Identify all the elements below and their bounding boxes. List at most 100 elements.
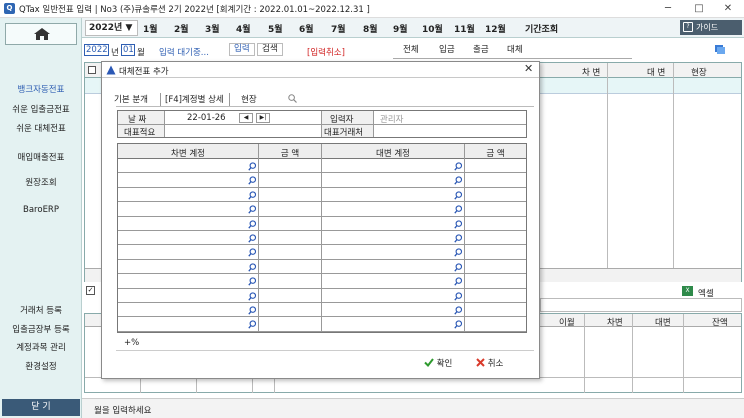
sidebar-item-baroerp[interactable]: BaroERP xyxy=(0,205,82,215)
sidebar-item-partner[interactable]: 거래처 등록 xyxy=(0,304,82,316)
search-input[interactable] xyxy=(540,298,742,312)
entry-row[interactable] xyxy=(118,202,526,217)
option-checkbox[interactable]: ✓ xyxy=(86,286,95,295)
debit-account-lookup-icon[interactable] xyxy=(248,306,257,315)
credit-account-lookup-icon[interactable] xyxy=(454,219,463,229)
filter-withdraw[interactable]: 출금 xyxy=(473,43,489,55)
month-1[interactable]: 1월 xyxy=(143,22,158,35)
month-input[interactable]: 01 xyxy=(121,44,135,56)
sidebar-item-purchase-sales[interactable]: 매입매출전표 xyxy=(0,151,82,163)
sidebar-item-settings[interactable]: 환경설정 xyxy=(0,360,82,372)
year-input[interactable]: 2022 xyxy=(84,44,109,56)
entry-row[interactable] xyxy=(118,303,526,318)
entry-row[interactable] xyxy=(118,289,526,303)
credit-account-lookup-icon[interactable] xyxy=(454,162,463,171)
home-button[interactable] xyxy=(5,23,77,45)
month-7[interactable]: 7월 xyxy=(331,22,346,35)
entry-row[interactable] xyxy=(118,159,526,174)
tab-underline xyxy=(116,106,534,107)
minimize-button[interactable]: ─ xyxy=(658,2,678,16)
filter-deposit[interactable]: 입금 xyxy=(439,43,455,55)
credit-account-lookup-icon[interactable] xyxy=(454,277,463,286)
debit-account-lookup-icon[interactable] xyxy=(248,205,257,214)
date-input[interactable]: 22-01-26 xyxy=(187,113,226,123)
pending-status: 입력 대기중... xyxy=(159,48,209,58)
tab-basic-entry[interactable]: 기본 분개 xyxy=(114,93,148,105)
sidebar-close-button[interactable]: 닫 기 xyxy=(2,399,80,416)
debit-account-lookup-icon[interactable] xyxy=(248,162,257,171)
debit-account-lookup-icon[interactable] xyxy=(248,320,257,330)
month-2[interactable]: 2월 xyxy=(174,22,189,35)
credit-account-lookup-icon[interactable] xyxy=(454,205,463,214)
sidebar-item-accounts[interactable]: 계정과목 관리 xyxy=(0,341,82,353)
x-icon xyxy=(476,358,485,367)
debit-account-lookup-icon[interactable] xyxy=(248,191,257,200)
sidebar-item-cashbook[interactable]: 입출금장부 등록 xyxy=(0,323,82,335)
month-11[interactable]: 11월 xyxy=(454,22,475,35)
month-4[interactable]: 4월 xyxy=(236,22,251,35)
period-search[interactable]: 기간조회 xyxy=(525,22,558,35)
credit-account-lookup-icon[interactable] xyxy=(454,234,463,243)
cancel-input-button[interactable]: [입력취소] xyxy=(307,46,345,58)
entry-row[interactable] xyxy=(118,173,526,188)
entry-row[interactable] xyxy=(118,217,526,231)
entry-row[interactable] xyxy=(118,231,526,246)
credit-account-lookup-icon[interactable] xyxy=(454,248,463,258)
next-date-button[interactable]: ▶| xyxy=(256,113,270,123)
col-balance: 잔액 xyxy=(712,318,728,328)
credit-account-lookup-icon[interactable] xyxy=(454,263,463,272)
tab-account-detail[interactable]: [F4]계정별 상세 xyxy=(165,93,224,105)
year-dropdown[interactable]: 2022년 ▼ xyxy=(85,20,138,36)
confirm-button[interactable]: 확인 xyxy=(424,357,452,369)
debit-account-lookup-icon[interactable] xyxy=(248,291,257,301)
close-window-button[interactable]: ✕ xyxy=(718,2,738,16)
entry-row[interactable] xyxy=(118,274,526,289)
debit-account-lookup-icon[interactable] xyxy=(248,277,257,286)
cancel-button[interactable]: 취소 xyxy=(476,357,503,369)
sidebar-item-ledger[interactable]: 원장조회 xyxy=(0,176,82,188)
month-6[interactable]: 6월 xyxy=(299,22,314,35)
month-8[interactable]: 8월 xyxy=(363,22,378,35)
month-10[interactable]: 10월 xyxy=(422,22,443,35)
dropdown-arrow-icon: ▼ xyxy=(125,23,133,33)
grid-header-debit-amount: 금 액 xyxy=(280,149,300,159)
maximize-button[interactable]: □ xyxy=(689,2,709,16)
select-all-checkbox[interactable] xyxy=(88,66,96,74)
prev-date-button[interactable]: ◀ xyxy=(239,113,253,123)
filter-all[interactable]: 전체 xyxy=(403,43,419,55)
dialog-close-button[interactable]: ✕ xyxy=(524,62,533,75)
guide-button[interactable]: ? 가이드 xyxy=(680,20,742,35)
credit-account-lookup-icon[interactable] xyxy=(454,306,463,315)
month-12[interactable]: 12월 xyxy=(485,22,506,35)
writer-label: 입력자 xyxy=(330,115,354,125)
month-5[interactable]: 5월 xyxy=(268,22,283,35)
tab-site[interactable]: 현장 xyxy=(241,93,257,105)
debit-account-lookup-icon[interactable] xyxy=(248,263,257,272)
search-icon[interactable] xyxy=(288,94,297,103)
sync-icon[interactable] xyxy=(714,43,726,55)
entry-row[interactable] xyxy=(118,260,526,275)
sidebar-item-easy-cash[interactable]: 쉬운 입출금전표 xyxy=(0,103,82,115)
credit-account-lookup-icon[interactable] xyxy=(454,320,463,330)
credit-account-lookup-icon[interactable] xyxy=(454,291,463,301)
month-3[interactable]: 3월 xyxy=(205,22,220,35)
debit-account-lookup-icon[interactable] xyxy=(248,234,257,243)
filter-transfer[interactable]: 대체 xyxy=(507,43,523,55)
partner-input[interactable] xyxy=(375,125,525,136)
tab-search[interactable]: 검색 xyxy=(257,43,283,56)
entry-row[interactable] xyxy=(118,188,526,203)
footer-divider xyxy=(116,350,534,351)
memo-input[interactable] xyxy=(166,125,320,136)
credit-account-lookup-icon[interactable] xyxy=(454,176,463,186)
sidebar-item-easy-transfer[interactable]: 쉬운 대체전표 xyxy=(0,122,82,134)
entry-row[interactable] xyxy=(118,245,526,260)
debit-account-lookup-icon[interactable] xyxy=(248,248,257,258)
debit-account-lookup-icon[interactable] xyxy=(248,219,257,229)
entry-row[interactable] xyxy=(118,317,526,332)
percent-toggle[interactable]: +% xyxy=(124,338,139,348)
debit-account-lookup-icon[interactable] xyxy=(248,176,257,186)
credit-account-lookup-icon[interactable] xyxy=(454,191,463,200)
sidebar-item-bank-auto[interactable]: 뱅크자동전표 xyxy=(0,83,82,95)
tab-input[interactable]: 입력 xyxy=(229,43,255,56)
month-9[interactable]: 9월 xyxy=(393,22,408,35)
